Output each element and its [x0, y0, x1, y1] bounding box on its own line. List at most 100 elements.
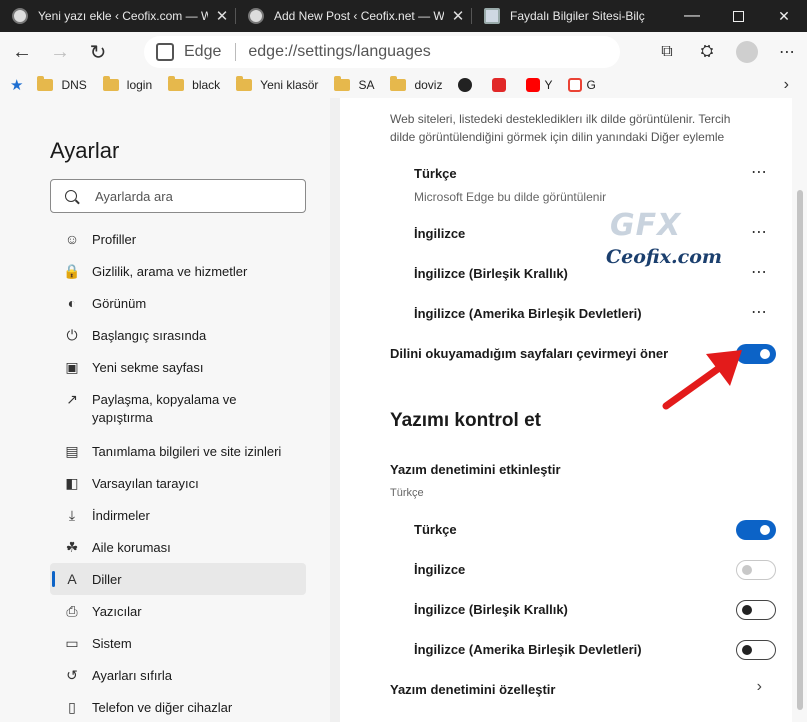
- more-actions-icon[interactable]: ⋯: [751, 302, 768, 322]
- spellcheck-toggle-turkish[interactable]: [736, 520, 776, 540]
- folder-icon: [168, 76, 185, 91]
- search-icon: [65, 190, 77, 202]
- sidebar-item-5[interactable]: ↗ Paylaşma, kopyalama ve yapıştırma: [50, 383, 306, 435]
- sidebar-item-label: Yeni sekme sayfası: [92, 360, 204, 375]
- close-icon[interactable]: ✕: [444, 7, 472, 25]
- main-scrollbar[interactable]: [797, 190, 803, 710]
- bookmark-folder[interactable]: black: [168, 76, 220, 92]
- sidebar-item-14[interactable]: ▯ Telefon ve diğer cihazlar: [50, 691, 306, 722]
- spellcheck-toggle-english[interactable]: [736, 560, 776, 580]
- edge-logo-icon: [156, 43, 174, 61]
- sidebar-item-label: Görünüm: [92, 296, 147, 311]
- red-arrow-annotation: [662, 350, 742, 410]
- refresh-button[interactable]: ↻: [82, 36, 114, 68]
- bookmark-folder[interactable]: login: [102, 76, 152, 92]
- spellcheck-customize-label[interactable]: Yazım denetimini özelleştir: [390, 682, 555, 697]
- bookmark-folder[interactable]: Yeni klasör: [236, 76, 319, 92]
- sidebar-item-7[interactable]: ◧ Varsayılan tarayıcı: [50, 467, 306, 499]
- bookmark-link[interactable]: [492, 78, 510, 92]
- spellcheck-toggle-english-us[interactable]: [736, 640, 776, 660]
- bookmark-folder[interactable]: DNS: [37, 76, 87, 92]
- collections-icon[interactable]: ⧉: [647, 32, 687, 72]
- sidebar-item-8[interactable]: ⤓ İndirmeler: [50, 499, 306, 531]
- favorites-star-icon[interactable]: ★: [10, 76, 23, 94]
- settings-menu: ☺ Profiller 🔒 Gizlilik, arama ve hizmetler ◐…: [50, 223, 306, 722]
- bookmarks-overflow-chevron-icon[interactable]: ›: [784, 76, 789, 94]
- sidebar-item-label: Diller: [92, 572, 122, 587]
- share-icon: ↗: [66, 391, 78, 407]
- more-menu-icon[interactable]: ⋯: [767, 32, 807, 72]
- new-tab-icon: ▣: [65, 359, 79, 375]
- reset-icon: ↺: [66, 667, 78, 683]
- sidebar-item-label: Yazıcılar: [92, 604, 142, 619]
- bookmark-label: Yeni klasör: [260, 78, 319, 92]
- close-icon[interactable]: ✕: [208, 7, 236, 25]
- toolbar: ← → ↻ Edge edge://settings/languages ⧉ ⛭…: [0, 32, 807, 72]
- tab-3[interactable]: Faydalı Bilgiler Sitesi-Bilç: [472, 0, 652, 32]
- site-permissions-icon: ▤: [65, 443, 79, 459]
- watermark-gfx: GFX: [610, 208, 682, 243]
- tab-title: Add New Post ‹ Ceofix.net — W: [274, 9, 444, 23]
- flipboard-icon: [492, 78, 507, 92]
- minimize-icon[interactable]: —: [669, 0, 715, 32]
- power-icon: ⏻: [66, 327, 78, 343]
- language-name: Türkçe: [414, 166, 457, 181]
- sidebar-item-13[interactable]: ↺ Ayarları sıfırla: [50, 659, 306, 691]
- language-name: İngilizce (Birleşik Krallık): [414, 266, 568, 281]
- maximize-icon[interactable]: [715, 0, 761, 32]
- sidebar-item-11[interactable]: ⎙ Yazıcılar: [50, 595, 306, 627]
- document-icon: [484, 8, 500, 24]
- more-actions-icon[interactable]: ⋯: [751, 162, 768, 182]
- profile-icon: ☺: [64, 231, 80, 247]
- bookmark-folder[interactable]: SA: [334, 76, 375, 92]
- bookmark-link[interactable]: [458, 78, 476, 92]
- sidebar-item-1[interactable]: 🔒 Gizlilik, arama ve hizmetler: [50, 255, 306, 287]
- sidebar-item-label: Profiller: [92, 232, 137, 247]
- back-button[interactable]: ←: [6, 36, 38, 68]
- bookmark-link[interactable]: G: [568, 78, 596, 92]
- chevron-right-icon[interactable]: ›: [757, 678, 762, 696]
- spellcheck-section-title: Yazımı kontrol et: [390, 410, 541, 431]
- tab-title: Yeni yazı ekle ‹ Ceofix.com — W: [38, 9, 208, 23]
- language-name: İngilizce: [414, 226, 466, 241]
- watermark-logo: GFX Ceofix.com: [606, 208, 722, 284]
- sidebar-item-0[interactable]: ☺ Profiller: [50, 223, 306, 255]
- language-subtext: Microsoft Edge bu dilde görüntülenir: [414, 190, 607, 204]
- gmail-icon: [568, 78, 583, 92]
- sidebar-item-9[interactable]: ☘ Aile koruması: [50, 531, 306, 563]
- spellcheck-language-name: İngilizce: [414, 562, 466, 577]
- more-actions-icon[interactable]: ⋯: [751, 262, 768, 282]
- spellcheck-toggle-english-uk[interactable]: [736, 600, 776, 620]
- bookmark-label: Y: [544, 78, 553, 92]
- sidebar-item-2[interactable]: ◐ Görünüm: [50, 287, 306, 319]
- address-bar[interactable]: Edge edge://settings/languages: [144, 36, 620, 68]
- bookmark-label: SA: [358, 78, 375, 92]
- tab-2[interactable]: Add New Post ‹ Ceofix.net — W ✕: [236, 0, 472, 32]
- more-actions-icon[interactable]: ⋯: [751, 222, 768, 242]
- folder-icon: [37, 76, 54, 91]
- settings-sidebar: Ayarlar Ayarlarda ara ☺ Profiller 🔒 Gizlili…: [0, 98, 330, 722]
- bookmark-folder[interactable]: doviz: [390, 76, 443, 92]
- folder-icon: [102, 76, 119, 91]
- tumblr-icon: [458, 78, 473, 92]
- sidebar-item-label: Tanımlama bilgileri ve site izinleri: [92, 444, 282, 459]
- extensions-icon[interactable]: ⛭: [687, 32, 727, 72]
- sidebar-item-10[interactable]: A Diller: [50, 563, 306, 595]
- browser-icon: ◧: [65, 475, 79, 491]
- avatar: [736, 41, 758, 63]
- bookmark-link[interactable]: Y: [526, 78, 552, 92]
- search-input[interactable]: Ayarlarda ara: [50, 179, 306, 213]
- sidebar-item-12[interactable]: ▭ Sistem: [50, 627, 306, 659]
- sidebar-item-label: Paylaşma, kopyalama ve yapıştırma: [92, 392, 237, 425]
- sidebar-divider: [330, 98, 340, 722]
- tab-1[interactable]: Yeni yazı ekle ‹ Ceofix.com — W ✕: [0, 0, 236, 32]
- forward-button[interactable]: →: [44, 36, 76, 68]
- close-window-icon[interactable]: ✕: [761, 0, 807, 32]
- profile-button[interactable]: [727, 32, 767, 72]
- bookmark-label: doviz: [414, 78, 443, 92]
- sidebar-item-6[interactable]: ▤ Tanımlama bilgileri ve site izinleri: [50, 435, 306, 467]
- sidebar-item-label: Ayarları sıfırla: [92, 668, 172, 683]
- sidebar-item-4[interactable]: ▣ Yeni sekme sayfası: [50, 351, 306, 383]
- spellcheck-enable-subtext: Türkçe: [390, 487, 424, 499]
- sidebar-item-3[interactable]: ⏻ Başlangıç sırasında: [50, 319, 306, 351]
